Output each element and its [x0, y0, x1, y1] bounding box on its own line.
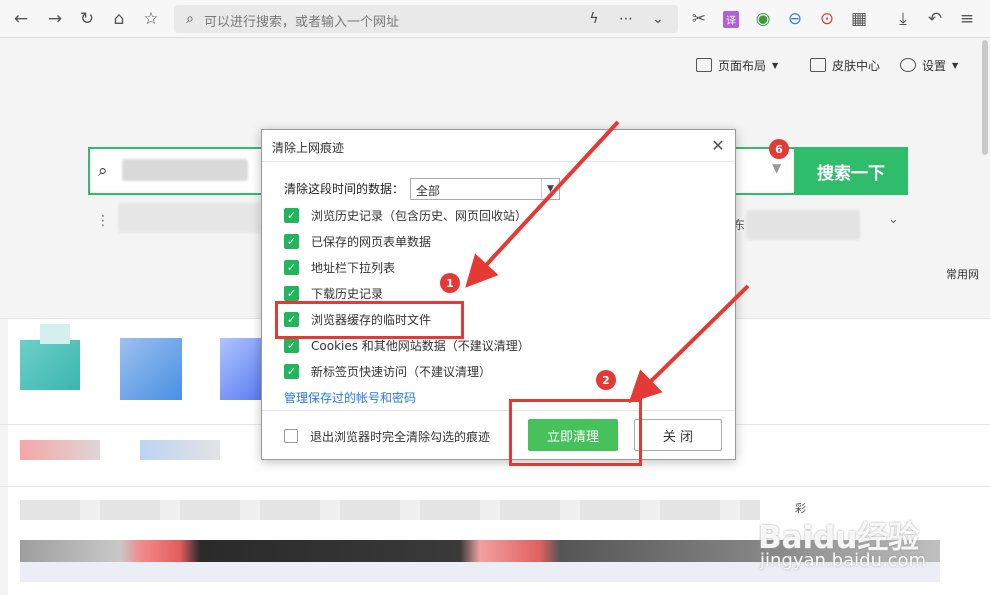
skin-label: 皮肤中心 [832, 58, 881, 73]
clear-history-dialog: 清除上网痕迹 ✕ 清除这段时间的数据： 全部 ▼ ✓ 浏览历史记录（包含历史、网… [261, 129, 736, 460]
settings-link[interactable]: 设置 ▼ [900, 56, 958, 74]
step-badge: 6 [769, 139, 789, 159]
more-vertical-icon[interactable]: ⋮ [96, 213, 110, 229]
close-icon[interactable]: ✕ [709, 136, 727, 155]
divider [0, 486, 990, 487]
dialog-header: 清除上网痕迹 ✕ [262, 130, 735, 162]
option-label: 新标签页快速访问（不建议清理） [311, 364, 492, 379]
checkbox-checked-icon[interactable]: ✓ [284, 233, 299, 249]
blurred-hotwords [118, 203, 260, 233]
refresh-icon[interactable]: ↻ [74, 6, 100, 32]
scrollbar-thumb[interactable] [982, 40, 988, 155]
settings-label: 设置 [922, 58, 947, 73]
back-icon[interactable]: ← [8, 6, 34, 32]
download-icon[interactable]: ⤓ [890, 6, 916, 32]
time-range-label: 清除这段时间的数据： [284, 182, 405, 196]
blurred-search-text [122, 159, 248, 181]
favorites-icon[interactable]: ☆ [138, 6, 164, 32]
option-download-history[interactable]: ✓ 下载历史记录 [284, 284, 383, 302]
option-address-dropdown[interactable]: ✓ 地址栏下拉列表 [284, 258, 395, 276]
caret-down-icon: ▼ [772, 60, 779, 70]
highlight-cache-option [275, 301, 464, 339]
apps-grid-icon[interactable]: ▦ [846, 6, 872, 32]
site-link[interactable] [140, 440, 220, 460]
shirt-icon [810, 58, 826, 72]
manage-passwords-link[interactable]: 管理保存过的帐号和密码 [284, 389, 416, 406]
time-range-value: 全部 [416, 184, 441, 198]
checkbox-checked-icon[interactable]: ✓ [284, 285, 299, 301]
record-icon[interactable]: ⊙ [814, 6, 840, 32]
forward-icon[interactable]: → [42, 6, 68, 32]
close-button[interactable]: 关 闭 [634, 419, 722, 451]
minus-circle-icon[interactable]: ⊖ [782, 6, 808, 32]
option-new-tab-access[interactable]: ✓ 新标签页快速访问（不建议清理） [284, 362, 491, 380]
option-label: 浏览历史记录（包含历史、网页回收站） [311, 208, 528, 223]
site-link[interactable] [20, 440, 100, 460]
menu-icon[interactable]: ≡ [954, 6, 980, 32]
option-label: 下载历史记录 [311, 286, 384, 301]
blurred-row [20, 500, 760, 520]
chevron-down-icon: ▼ [541, 179, 559, 199]
checkbox-checked-icon[interactable]: ✓ [284, 337, 299, 353]
gear-icon [900, 58, 916, 72]
address-placeholder: 可以进行搜索，或者输入一个网址 [204, 15, 400, 30]
layout-icon [696, 58, 712, 72]
option-label: 退出浏览器时完全清除勾选的痕迹 [310, 429, 491, 444]
layout-label: 页面布局 [718, 58, 767, 73]
option-label: 已保存的网页表单数据 [311, 234, 432, 249]
option-form-data[interactable]: ✓ 已保存的网页表单数据 [284, 232, 431, 250]
lightning-icon[interactable]: ϟ [584, 9, 604, 29]
site-tile[interactable] [120, 338, 182, 400]
checkbox-checked-icon[interactable]: ✓ [284, 259, 299, 275]
dialog-footer-divider [262, 410, 735, 411]
frequent-sites-label: 常用网 [946, 268, 979, 281]
site-tile[interactable] [20, 324, 100, 400]
skin-center-link[interactable]: 皮肤中心 [810, 56, 880, 74]
browser-window: ← → ↻ ⌂ ☆ ⌕ 可以进行搜索，或者输入一个网址 ϟ ⋯ ⌄ ✂ 译 ◉ … [0, 0, 990, 595]
checkbox-checked-icon[interactable]: ✓ [284, 363, 299, 379]
time-range-select[interactable]: 全部 ▼ [410, 178, 560, 200]
option-label: 地址栏下拉列表 [311, 260, 396, 275]
checkbox-unchecked-icon[interactable] [284, 429, 298, 443]
checkbox-checked-icon[interactable]: ✓ [284, 207, 299, 223]
chevron-down-icon[interactable]: ▼ [772, 161, 781, 175]
search-button[interactable]: 搜索一下 [794, 147, 908, 195]
caret-down-icon: ▼ [952, 60, 959, 70]
site-tile[interactable] [220, 338, 262, 400]
chevron-down-icon[interactable]: ⌄ [648, 9, 668, 29]
option-label: Cookies 和其他网站数据（不建议清理） [311, 338, 530, 353]
option-clear-on-exit[interactable]: 退出浏览器时完全清除勾选的痕迹 [284, 427, 490, 445]
browser-toolbar: ← → ↻ ⌂ ☆ ⌕ 可以进行搜索，或者输入一个网址 ϟ ⋯ ⌄ ✂ 译 ◉ … [0, 0, 990, 38]
watermark-url: jingyan.baidu.com [760, 550, 927, 571]
blurred-hotwords-right [746, 210, 860, 240]
step-badge: 1 [440, 273, 460, 293]
dialog-title: 清除上网痕迹 [272, 141, 345, 155]
globe-icon[interactable]: ◉ [750, 6, 776, 32]
scissors-icon[interactable]: ✂ [686, 6, 712, 32]
step-badge: 2 [596, 370, 616, 390]
search-icon: ⌕ [186, 11, 194, 27]
undo-icon[interactable]: ↶ [922, 6, 948, 32]
home-icon[interactable]: ⌂ [106, 6, 132, 32]
chevron-down-icon[interactable]: ⌄ [888, 212, 899, 227]
option-browsing-history[interactable]: ✓ 浏览历史记录（包含历史、网页回收站） [284, 206, 527, 224]
search-icon: ⌕ [98, 161, 108, 181]
translate-icon[interactable]: 译 [718, 6, 744, 32]
highlight-clear-button [509, 399, 642, 466]
layout-link[interactable]: 页面布局 ▼ [696, 56, 778, 74]
address-bar[interactable]: ⌕ 可以进行搜索，或者输入一个网址 ϟ ⋯ ⌄ [174, 5, 678, 33]
more-icon[interactable]: ⋯ [616, 9, 636, 29]
